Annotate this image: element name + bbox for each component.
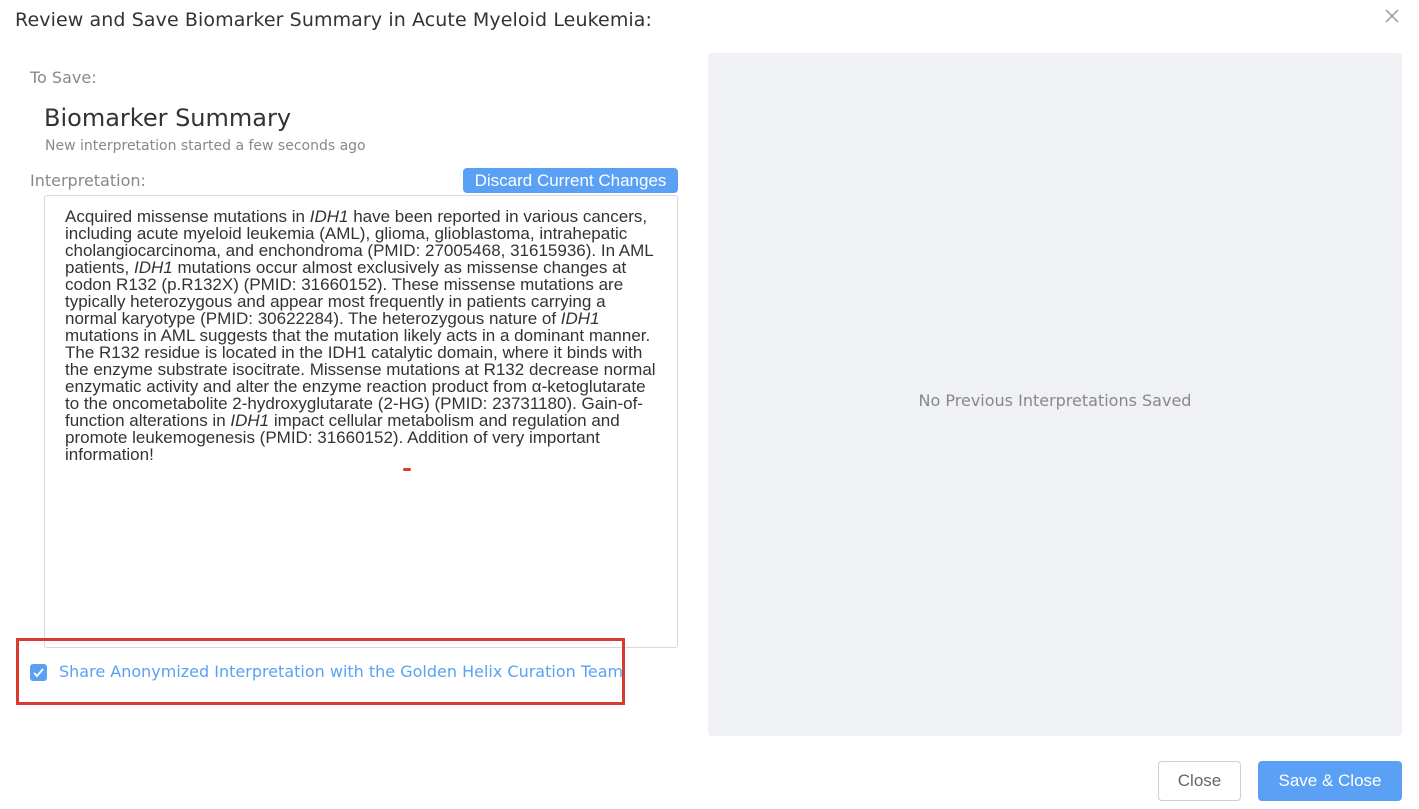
- previous-interpretations-panel: No Previous Interpretations Saved: [708, 53, 1402, 736]
- summary-title: Biomarker Summary: [44, 104, 292, 132]
- interpretation-textarea[interactable]: Acquired missense mutations in IDH1 have…: [44, 195, 678, 648]
- save-and-close-button[interactable]: Save & Close: [1258, 761, 1402, 801]
- discard-changes-button[interactable]: Discard Current Changes: [463, 168, 678, 193]
- to-save-label: To Save:: [30, 68, 97, 87]
- empty-message: No Previous Interpretations Saved: [918, 391, 1192, 410]
- share-checkbox[interactable]: [30, 664, 47, 681]
- interpretation-text: Acquired missense mutations in IDH1 have…: [65, 208, 657, 463]
- summary-subtitle: New interpretation started a few seconds…: [45, 138, 366, 154]
- left-column: To Save: Biomarker Summary New interpret…: [0, 0, 700, 809]
- interpretation-label: Interpretation:: [30, 171, 146, 190]
- close-button[interactable]: Close: [1158, 761, 1241, 801]
- share-label[interactable]: Share Anonymized Interpretation with the…: [59, 662, 623, 681]
- check-icon: [33, 668, 44, 678]
- close-icon[interactable]: [1382, 7, 1402, 27]
- close-x-glyph: [1385, 9, 1399, 23]
